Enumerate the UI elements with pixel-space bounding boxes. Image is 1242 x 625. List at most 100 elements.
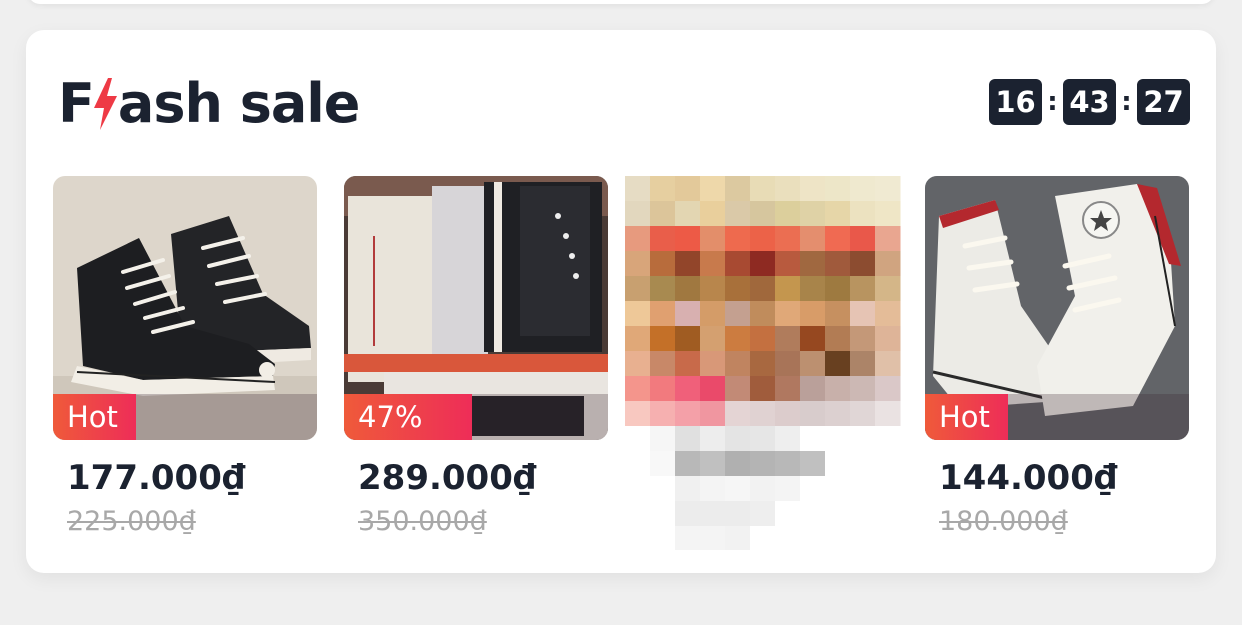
mosaic-cell — [725, 401, 751, 427]
mosaic-cell — [750, 201, 776, 227]
mosaic-cell — [725, 426, 751, 452]
mosaic-cell — [650, 276, 676, 302]
mosaic-cell — [825, 451, 851, 477]
mosaic-cell — [875, 476, 901, 502]
hot-badge: Hot — [925, 394, 1008, 440]
mosaic-cell — [850, 351, 876, 377]
mosaic-cell — [650, 526, 676, 552]
hot-badge: Hot — [53, 394, 136, 440]
mosaic-cell — [700, 326, 726, 352]
mosaic-cell — [625, 176, 651, 202]
mosaic-cell — [675, 301, 701, 327]
mosaic-cell — [875, 526, 901, 552]
mosaic-cell — [675, 426, 701, 452]
mosaic-cell — [725, 176, 751, 202]
mosaic-cell — [775, 476, 801, 502]
mosaic-cell — [725, 226, 751, 252]
mosaic-cell — [750, 501, 776, 527]
mosaic-cell — [700, 176, 726, 202]
mosaic-cell — [725, 526, 751, 552]
mosaic-cell — [675, 326, 701, 352]
mosaic-cell — [775, 501, 801, 527]
mosaic-cell — [750, 376, 776, 402]
mosaic-cell — [825, 401, 851, 427]
mosaic-cell — [675, 351, 701, 377]
mosaic-cell — [750, 426, 776, 452]
mosaic-cell — [625, 301, 651, 327]
mosaic-cell — [675, 451, 701, 477]
mosaic-cell — [875, 401, 901, 427]
mosaic-cell — [875, 276, 901, 302]
mosaic-cell — [675, 176, 701, 202]
mosaic-cell — [825, 426, 851, 452]
mosaic-cell — [725, 451, 751, 477]
mosaic-cell — [825, 251, 851, 277]
mosaic-cell — [800, 526, 826, 552]
mosaic-cell — [775, 176, 801, 202]
mosaic-cell — [800, 501, 826, 527]
product-card[interactable]: 47% 289.000₫ 350.000₫ — [344, 176, 608, 537]
mosaic-cell — [625, 376, 651, 402]
mosaic-cell — [675, 401, 701, 427]
mosaic-cell — [750, 351, 776, 377]
mosaic-cell — [800, 451, 826, 477]
mosaic-cell — [850, 251, 876, 277]
mosaic-cell — [700, 526, 726, 552]
product-image[interactable]: Hot — [925, 176, 1189, 440]
mosaic-cell — [725, 376, 751, 402]
mosaic-cell — [700, 276, 726, 302]
mosaic-cell — [700, 251, 726, 277]
mosaic-cell — [750, 226, 776, 252]
countdown-seconds: 27 — [1137, 79, 1190, 125]
mosaic-cell — [800, 401, 826, 427]
product-card[interactable]: Hot 177.000₫ 225.000₫ — [53, 176, 317, 537]
product-old-price: 225.000₫ — [67, 506, 196, 537]
mosaic-cell — [700, 376, 726, 402]
mosaic-cell — [825, 301, 851, 327]
mosaic-cell — [650, 176, 676, 202]
product-card[interactable]: Hot 144.000₫ 180.000₫ — [925, 176, 1189, 537]
mosaic-cell — [800, 476, 826, 502]
product-price: 177.000₫ — [67, 458, 246, 498]
mosaic-cell — [825, 201, 851, 227]
mosaic-cell — [675, 251, 701, 277]
product-image[interactable]: Hot — [53, 176, 317, 440]
mosaic-cell — [800, 276, 826, 302]
mosaic-cell — [850, 276, 876, 302]
mosaic-cell — [875, 226, 901, 252]
mosaic-cell — [650, 376, 676, 402]
mosaic-cell — [675, 476, 701, 502]
mosaic-cell — [750, 451, 776, 477]
mosaic-cell — [875, 326, 901, 352]
mosaic-cell — [675, 376, 701, 402]
mosaic-cell — [725, 476, 751, 502]
mosaic-cell — [650, 226, 676, 252]
mosaic-cell — [875, 376, 901, 402]
mosaic-cell — [825, 376, 851, 402]
mosaic-cell — [675, 501, 701, 527]
mosaic-cell — [675, 276, 701, 302]
mosaic-cell — [625, 526, 651, 552]
mosaic-cell — [775, 376, 801, 402]
mosaic-cell — [625, 401, 651, 427]
product-old-price: 350.000₫ — [358, 506, 487, 537]
obscured-product-card[interactable] — [625, 176, 901, 552]
mosaic-cell — [700, 226, 726, 252]
mosaic-cell — [800, 176, 826, 202]
countdown-separator: : — [1047, 87, 1058, 117]
mosaic-cell — [850, 201, 876, 227]
mosaic-cell — [650, 476, 676, 502]
mosaic-cell — [875, 251, 901, 277]
mosaic-cell — [850, 501, 876, 527]
mosaic-cell — [725, 501, 751, 527]
mosaic-cell — [725, 301, 751, 327]
product-image[interactable]: 47% — [344, 176, 608, 440]
mosaic-cell — [750, 176, 776, 202]
mosaic-cell — [850, 176, 876, 202]
mosaic-cell — [850, 301, 876, 327]
mosaic-cell — [625, 201, 651, 227]
mosaic-cell — [775, 351, 801, 377]
mosaic-cell — [775, 301, 801, 327]
mosaic-cell — [825, 526, 851, 552]
mosaic-cell — [850, 376, 876, 402]
